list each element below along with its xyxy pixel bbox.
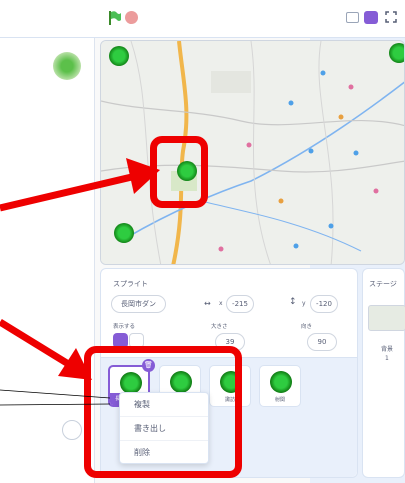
annotation-arrows: [0, 158, 160, 406]
